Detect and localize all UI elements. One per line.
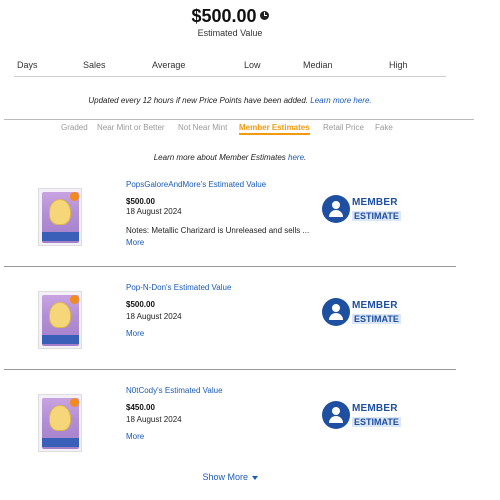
- entry-divider: [4, 266, 456, 267]
- estimated-value-amount: $500.00: [191, 6, 257, 26]
- member-estimate-badge: MEMBER ESTIMATE: [322, 401, 402, 431]
- member-estimates-info: Learn more about Member Estimates here.: [0, 153, 460, 162]
- badge-line-1: MEMBER: [352, 403, 398, 414]
- badge-line-1: MEMBER: [352, 300, 398, 311]
- estimate-title-link[interactable]: Pop-N-Don's Estimated Value: [126, 283, 231, 292]
- column-sales: Sales: [83, 60, 106, 70]
- badge-line-2: ESTIMATE: [352, 314, 401, 324]
- member-estimate-icon: [322, 401, 350, 429]
- member-estimates-info-text: Learn more about Member Estimates: [153, 153, 289, 162]
- tab-graded[interactable]: Graded: [61, 123, 88, 132]
- tab-not-near-mint[interactable]: Not Near Mint: [178, 123, 227, 132]
- tab-near-mint-or-better[interactable]: Near Mint or Better: [97, 123, 165, 132]
- product-thumbnail[interactable]: [38, 394, 82, 452]
- estimate-title-link[interactable]: PopsGaloreAndMore's Estimated Value: [126, 180, 266, 189]
- learn-more-link[interactable]: Learn more here.: [310, 96, 371, 105]
- column-days: Days: [17, 60, 38, 70]
- column-high: High: [389, 60, 408, 70]
- estimated-value-header: $500.00: [0, 6, 460, 27]
- entry-divider: [4, 369, 456, 370]
- tab-fake[interactable]: Fake: [375, 123, 393, 132]
- estimate-more-link[interactable]: More: [126, 238, 144, 247]
- estimated-value-label: Estimated Value: [197, 28, 263, 38]
- estimate-date: 18 August 2024: [126, 207, 182, 216]
- badge-line-2: ESTIMATE: [352, 417, 401, 427]
- clock-icon[interactable]: [259, 11, 269, 20]
- member-estimates-info-suffix: .: [304, 153, 307, 162]
- estimate-price: $500.00: [126, 197, 155, 206]
- member-estimate-badge: MEMBER ESTIMATE: [322, 298, 402, 328]
- tabs-divider: [4, 119, 474, 120]
- estimate-date: 18 August 2024: [126, 312, 182, 321]
- member-estimates-here-link[interactable]: here: [288, 153, 304, 162]
- estimated-value: $500.00: [191, 6, 269, 27]
- show-more-button[interactable]: Show More: [0, 472, 460, 482]
- column-low: Low: [244, 60, 261, 70]
- show-more-label: Show More: [202, 472, 248, 482]
- estimate-more-link[interactable]: More: [126, 432, 144, 441]
- estimate-more-link[interactable]: More: [126, 329, 144, 338]
- update-note-text: Updated every 12 hours if new Price Poin…: [88, 96, 311, 105]
- column-average: Average: [152, 60, 186, 70]
- estimate-date: 18 August 2024: [126, 415, 182, 424]
- stats-table-header: Days Sales Average Low Median High: [14, 59, 446, 77]
- estimate-price: $500.00: [126, 300, 155, 309]
- estimate-title-link[interactable]: N0tCody's Estimated Value: [126, 386, 223, 395]
- product-thumbnail[interactable]: [38, 188, 82, 246]
- chevron-down-icon: [251, 475, 258, 480]
- estimate-price: $450.00: [126, 403, 155, 412]
- tab-member-estimates[interactable]: Member Estimates: [239, 123, 310, 135]
- estimate-notes: Notes: Metallic Charizard is Unreleased …: [126, 226, 310, 235]
- column-median: Median: [303, 60, 333, 70]
- member-estimate-icon: [322, 298, 350, 326]
- member-estimate-icon: [322, 195, 350, 223]
- member-estimate-badge: MEMBER ESTIMATE: [322, 195, 402, 225]
- tab-retail-price[interactable]: Retail Price: [323, 123, 364, 132]
- badge-line-1: MEMBER: [352, 197, 398, 208]
- badge-line-2: ESTIMATE: [352, 211, 401, 221]
- update-note: Updated every 12 hours if new Price Poin…: [0, 96, 460, 105]
- product-thumbnail[interactable]: [38, 291, 82, 349]
